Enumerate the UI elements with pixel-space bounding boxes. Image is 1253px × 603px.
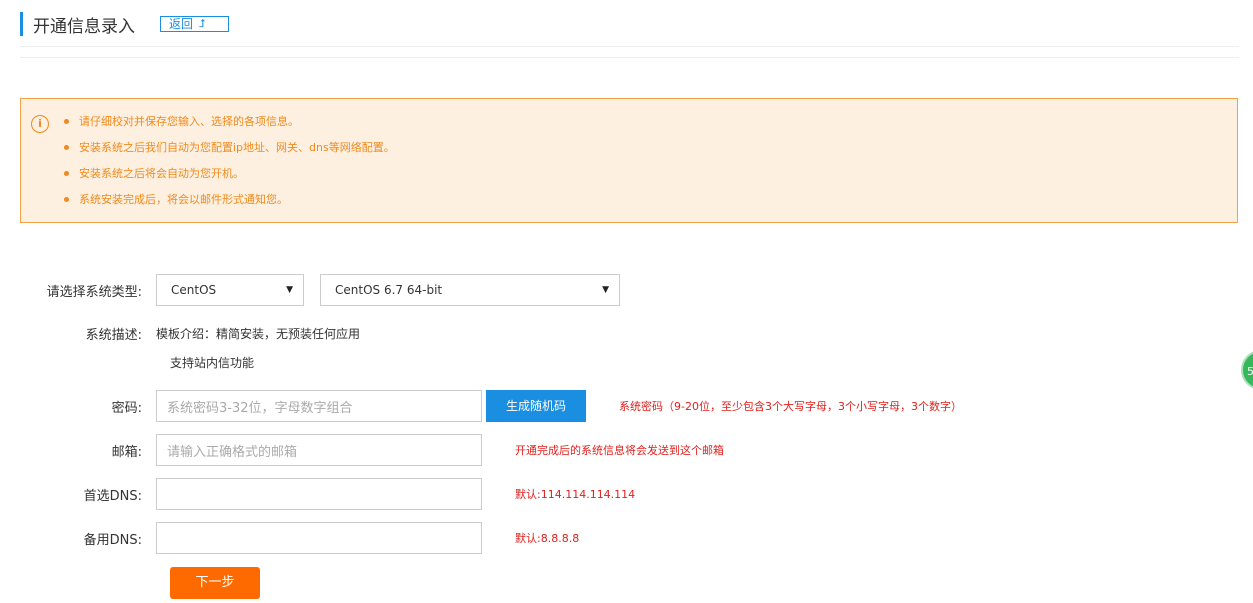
notice-box: i 请仔细校对并保存您输入、选择的各项信息。 安装系统之后我们自动为您配置ip地… — [20, 98, 1238, 223]
return-arrow-icon: ⮥ — [199, 17, 206, 30]
os-type-row: 请选择系统类型: CentOS ▼ CentOS 6.7 64-bit ▼ — [0, 274, 620, 306]
notice-item-text: 请仔细校对并保存您输入、选择的各项信息。 — [79, 115, 299, 128]
dns2-row: 备用DNS: 默认:8.8.8.8 — [0, 522, 579, 554]
back-button[interactable]: 返回 ⮥ — [160, 16, 229, 32]
password-hint: 系统密码（9-20位，至少包含3个大写字母，3个小写字母，3个数字） — [619, 400, 962, 413]
os-type-select[interactable]: CentOS ▼ — [156, 274, 304, 306]
dropdown-arrow-icon: ▼ — [286, 285, 293, 295]
floating-badge[interactable]: 5 — [1241, 350, 1253, 390]
next-step-button[interactable]: 下一步 — [170, 567, 260, 599]
description-line1: 模板介绍：精简安装，无预装任何应用 — [156, 327, 361, 341]
dns2-input[interactable] — [156, 522, 482, 554]
dns1-label: 首选DNS: — [83, 488, 142, 504]
bullet-icon — [64, 145, 69, 150]
os-version-value: CentOS 6.7 64-bit — [335, 283, 443, 297]
os-type-label: 请选择系统类型: — [46, 284, 142, 300]
info-icon: i — [31, 115, 49, 133]
notice-item: 安装系统之后将会自动为您开机。 — [64, 165, 395, 191]
divider — [20, 46, 1239, 47]
back-button-label: 返回 — [169, 17, 194, 31]
os-version-select[interactable]: CentOS 6.7 64-bit ▼ — [320, 274, 620, 306]
notice-item-text: 系统安装完成后，将会以邮件形式通知您。 — [79, 193, 288, 206]
description-label: 系统描述: — [85, 328, 142, 343]
dns1-hint: 默认:114.114.114.114 — [515, 488, 636, 501]
password-row: 密码: 系统密码3-32位，字母数字组合 生成随机码 系统密码（9-20位，至少… — [0, 390, 962, 422]
notice-list: 请仔细校对并保存您输入、选择的各项信息。 安装系统之后我们自动为您配置ip地址、… — [64, 113, 395, 217]
dns1-row: 首选DNS: 默认:114.114.114.114 — [0, 478, 635, 510]
bullet-icon — [64, 197, 69, 202]
notice-item: 安装系统之后我们自动为您配置ip地址、网关、dns等网络配置。 — [64, 139, 395, 165]
description-row2: 支持站内信功能 — [170, 354, 254, 371]
title-accent-bar — [20, 12, 23, 36]
divider — [20, 57, 1239, 58]
notice-item: 请仔细校对并保存您输入、选择的各项信息。 — [64, 113, 395, 139]
description-line2: 支持站内信功能 — [170, 356, 255, 370]
os-type-value: CentOS — [171, 283, 217, 297]
dns2-label: 备用DNS: — [83, 532, 142, 548]
notice-item: 系统安装完成后，将会以邮件形式通知您。 — [64, 191, 395, 217]
description-row: 系统描述: 模板介绍：精简安装，无预装任何应用 — [0, 324, 360, 343]
bullet-icon — [64, 171, 69, 176]
email-row: 邮箱: 请输入正确格式的邮箱 开通完成后的系统信息将会发送到这个邮箱 — [0, 434, 724, 466]
dns2-hint: 默认:8.8.8.8 — [515, 532, 580, 545]
generate-random-button[interactable]: 生成随机码 — [486, 390, 586, 422]
page-title: 开通信息录入 — [33, 16, 135, 37]
email-label: 邮箱: — [111, 444, 142, 460]
page-header: 开通信息录入 返回 ⮥ — [20, 10, 229, 38]
password-label: 密码: — [111, 400, 142, 416]
email-hint: 开通完成后的系统信息将会发送到这个邮箱 — [515, 444, 724, 457]
notice-item-text: 安装系统之后我们自动为您配置ip地址、网关、dns等网络配置。 — [79, 141, 395, 154]
bullet-icon — [64, 119, 69, 124]
notice-item-text: 安装系统之后将会自动为您开机。 — [79, 167, 244, 180]
password-input[interactable]: 系统密码3-32位，字母数字组合 — [156, 390, 482, 422]
dns1-input[interactable] — [156, 478, 482, 510]
email-input[interactable]: 请输入正确格式的邮箱 — [156, 434, 482, 466]
dropdown-arrow-icon: ▼ — [602, 285, 609, 295]
